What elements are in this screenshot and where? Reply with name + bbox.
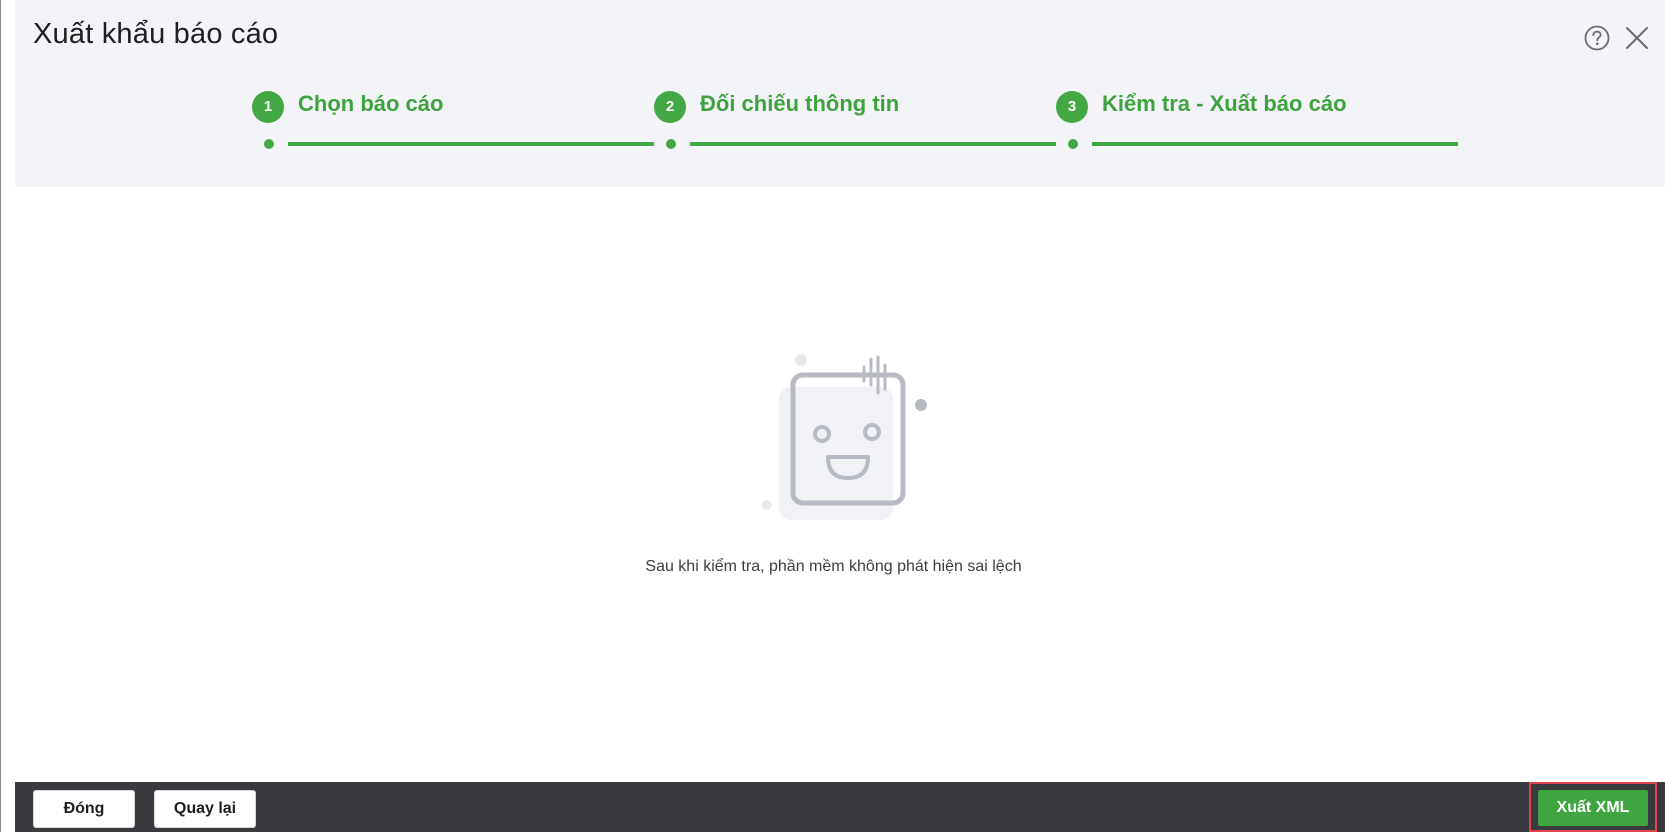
- dialog-header: Xuất khẩu báo cáo 1 Chọn báo cáo 2 Đối c…: [15, 0, 1665, 187]
- close-button[interactable]: Đóng: [33, 790, 135, 828]
- export-xml-button[interactable]: Xuất XML: [1538, 790, 1648, 826]
- step-label: Đối chiếu thông tin: [700, 91, 900, 116]
- export-report-dialog: Xuất khẩu báo cáo 1 Chọn báo cáo 2 Đối c…: [0, 0, 1665, 832]
- step-dot: [264, 139, 274, 149]
- close-icon[interactable]: [1623, 24, 1651, 52]
- back-button[interactable]: Quay lại: [154, 790, 256, 828]
- empty-state-message: Sau khi kiểm tra, phần mềm không phát hi…: [645, 558, 1022, 575]
- step-dot: [666, 139, 676, 149]
- step-label: Kiểm tra - Xuất báo cáo: [1102, 91, 1347, 116]
- step-progress-bar: [288, 142, 654, 146]
- step-number-badge: 2: [654, 91, 686, 123]
- export-button-highlight: Xuất XML: [1529, 782, 1657, 832]
- step-label: Chọn báo cáo: [298, 91, 444, 116]
- dialog-title: Xuất khẩu báo cáo: [33, 18, 279, 50]
- step-number-badge: 3: [1056, 91, 1088, 123]
- step-progress-bar: [690, 142, 1056, 146]
- dialog-footer: Đóng Quay lại Xuất XML: [15, 782, 1665, 832]
- step-number-badge: 1: [252, 91, 284, 123]
- step-dot: [1068, 139, 1078, 149]
- help-circle-icon[interactable]: [1583, 24, 1611, 52]
- step-progress-bar: [1092, 142, 1458, 146]
- smiling-notepad-illustration: [753, 345, 933, 535]
